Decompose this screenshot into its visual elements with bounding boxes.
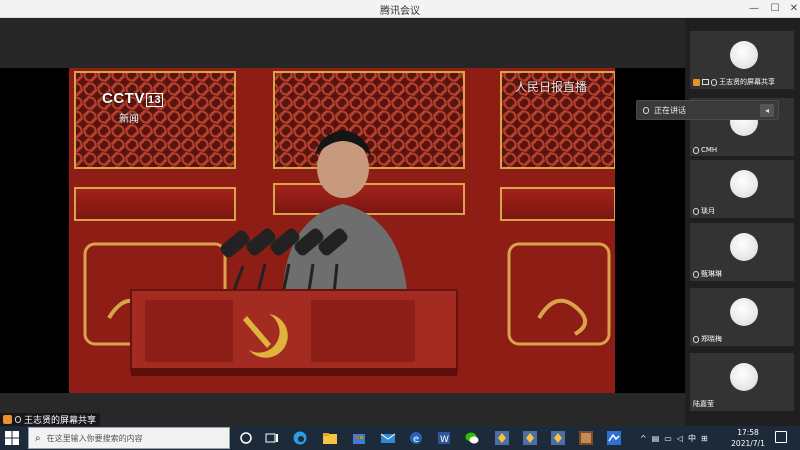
mic-icon	[693, 207, 699, 215]
photo-icon[interactable]	[578, 430, 594, 446]
notification-icon[interactable]	[775, 431, 787, 443]
expand-tray-icon[interactable]: ^	[640, 434, 647, 443]
participant-tile[interactable]: 甄琳琳	[690, 223, 794, 281]
battery-icon[interactable]: ▭	[664, 434, 672, 443]
network-icon[interactable]: ▤	[652, 434, 660, 443]
meeting-icon[interactable]	[606, 430, 622, 446]
volume-icon[interactable]: ◁	[677, 434, 683, 443]
mic-icon	[693, 335, 699, 343]
close-button[interactable]: ✕	[783, 0, 800, 18]
edge-icon[interactable]	[292, 430, 308, 446]
participant-name: 郑晓梅	[701, 335, 722, 343]
screen-share-label[interactable]: 王志贤的屏幕共享	[0, 413, 101, 426]
input-language[interactable]: 中	[688, 433, 696, 444]
top-band	[0, 18, 685, 68]
cctv-caption: 新闻	[119, 114, 139, 125]
avatar	[730, 41, 758, 69]
cortana-icon[interactable]	[238, 430, 254, 446]
file-explorer-icon[interactable]	[322, 430, 338, 446]
svg-text:e: e	[413, 434, 419, 445]
search-placeholder: 在这里输入你要搜索的内容	[46, 433, 143, 443]
shared-screen-area: CCTV 13 新闻 人民日报直播 王志贤的屏幕共享	[0, 18, 685, 426]
participant-name-row: 琰月	[693, 206, 715, 216]
clock-time: 17:58	[737, 428, 759, 437]
avatar	[730, 233, 758, 261]
app-icon[interactable]	[550, 430, 566, 446]
mic-icon	[693, 270, 699, 278]
participant-panel: 王志贤的屏幕共享 CMH 琰月 甄琳琳 郑晓梅 陆嘉莹	[685, 18, 800, 426]
panel-center-1	[273, 183, 465, 215]
participant-tile[interactable]: 琰月	[690, 160, 794, 218]
window-title: 腾讯会议	[380, 6, 420, 17]
participant-name-row: CMH	[693, 146, 717, 154]
lattice-window-left	[74, 71, 236, 169]
cctv-channel: 13	[145, 93, 164, 107]
host-icon	[693, 78, 700, 86]
system-tray: ^ ▤ ▭ ◁ 中 ⊞	[640, 426, 708, 450]
collapse-arrow-icon[interactable]: ◂	[760, 104, 774, 117]
video-area: CCTV 13 新闻 人民日报直播	[0, 68, 685, 393]
broadcast-frame: CCTV 13 新闻 人民日报直播	[69, 68, 615, 393]
clock-date: 2021/7/1	[731, 439, 765, 448]
participant-name: 琰月	[701, 207, 715, 215]
task-view-icon[interactable]	[264, 430, 280, 446]
participant-tile[interactable]: 郑晓梅	[690, 288, 794, 346]
participant-name-row: 甄琳琳	[693, 269, 722, 279]
screen-share-icon	[702, 79, 709, 85]
screen-share-text: 王志贤的屏幕共享	[24, 416, 97, 426]
avatar	[730, 363, 758, 391]
svg-text:W: W	[440, 435, 449, 445]
minimize-button[interactable]: —	[743, 0, 765, 18]
speaking-label: 正在讲话	[654, 105, 686, 115]
participant-name-row: 陆嘉莹	[693, 399, 714, 409]
panel-right-1	[500, 187, 615, 221]
participant-tile[interactable]: 陆嘉莹	[690, 353, 794, 411]
ie-icon[interactable]: e	[408, 430, 424, 446]
podium-base	[131, 368, 457, 376]
mic-icon	[15, 416, 21, 423]
title-bar: 腾讯会议 — ☐ ✕	[0, 0, 800, 18]
podium-panel-left	[145, 300, 233, 362]
panel-left-1	[74, 187, 236, 221]
avatar	[730, 170, 758, 198]
broadcast-watermark: 人民日报直播	[515, 80, 588, 94]
taskbar-search-box[interactable]: ⌕ 在这里输入你要搜索的内容	[28, 427, 230, 449]
store-icon[interactable]	[351, 430, 367, 446]
taskbar: ⌕ 在这里输入你要搜索的内容 e W ^ ▤ ▭ ◁ 中 ⊞ 17:58 202…	[0, 426, 800, 450]
app-icon[interactable]	[494, 430, 510, 446]
participant-name: 陆嘉莹	[693, 400, 714, 408]
participant-name: 王志贤的屏幕共享	[719, 78, 775, 86]
wechat-icon[interactable]	[464, 430, 480, 446]
ime-grid-icon[interactable]: ⊞	[701, 434, 708, 443]
speaking-indicator: 正在讲话 ◂	[636, 100, 779, 120]
participant-name-row: 王志贤的屏幕共享	[693, 77, 775, 87]
podium-panel-right	[311, 300, 415, 362]
mic-icon	[711, 78, 717, 86]
taskbar-clock[interactable]: 17:58 2021/7/1	[728, 427, 768, 449]
host-icon	[3, 415, 12, 424]
cctv-logo-text: CCTV	[102, 90, 145, 107]
app-icon[interactable]	[522, 430, 538, 446]
mail-icon[interactable]	[380, 430, 396, 446]
mic-icon	[693, 146, 699, 154]
participant-tile[interactable]: 王志贤的屏幕共享	[690, 31, 794, 89]
search-icon: ⌕	[35, 432, 41, 444]
mic-icon	[643, 106, 649, 114]
windows-start-icon[interactable]	[4, 430, 20, 446]
panel-right-2	[507, 242, 611, 346]
participant-name: 甄琳琳	[701, 270, 722, 278]
word-icon[interactable]: W	[436, 430, 452, 446]
participant-name: CMH	[701, 146, 718, 154]
cctv-logo: CCTV 13	[102, 90, 164, 107]
avatar	[730, 298, 758, 326]
participant-name-row: 郑晓梅	[693, 334, 722, 344]
